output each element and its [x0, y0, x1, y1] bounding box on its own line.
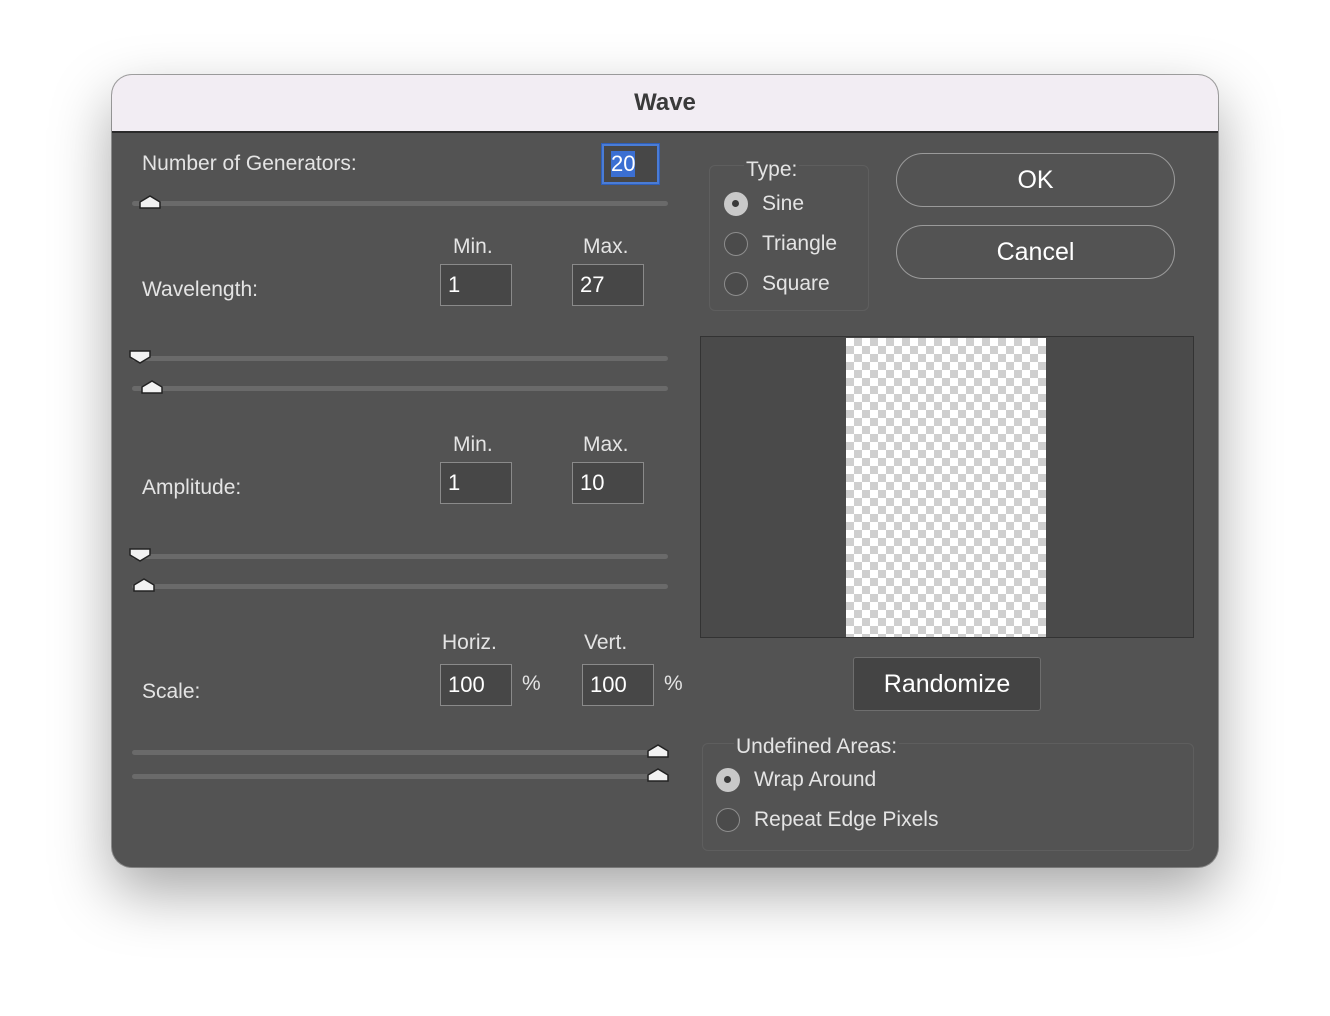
wrap-around-radio[interactable] [716, 768, 740, 792]
wave-dialog: Wave Number of Generators: Min. Max. Wav… [112, 75, 1218, 867]
generators-slider-thumb[interactable] [139, 195, 161, 209]
generators-slider-track[interactable] [132, 201, 668, 206]
type-sine-label[interactable]: Sine [762, 192, 804, 216]
amplitude-min-input[interactable] [440, 462, 512, 504]
scale-horiz-slider-thumb[interactable] [647, 744, 669, 758]
type-sine-radio[interactable] [724, 192, 748, 216]
ok-button[interactable]: OK [896, 153, 1175, 207]
wavelength-max-input[interactable] [572, 264, 644, 306]
amplitude-label: Amplitude: [142, 476, 242, 499]
scale-horiz-input[interactable] [440, 664, 512, 706]
scale-vert-header: Vert. [584, 631, 628, 654]
randomize-button[interactable]: Randomize [853, 657, 1041, 711]
type-triangle-label[interactable]: Triangle [762, 232, 837, 256]
type-triangle-radio[interactable] [724, 232, 748, 256]
title-bar[interactable]: Wave [112, 75, 1218, 133]
undefined-areas-group [702, 743, 1194, 851]
scale-horiz-unit: % [522, 672, 541, 695]
scale-vert-slider-track[interactable] [132, 774, 668, 779]
scale-horiz-header: Horiz. [442, 631, 497, 654]
generators-input[interactable] [602, 144, 659, 184]
wavelength-max-slider-track[interactable] [132, 386, 668, 391]
wavelength-max-slider-thumb[interactable] [141, 380, 163, 394]
wavelength-min-input[interactable] [440, 264, 512, 306]
amplitude-max-input[interactable] [572, 462, 644, 504]
amplitude-min-slider-thumb[interactable] [129, 548, 151, 562]
generators-label: Number of Generators: [142, 152, 357, 175]
scale-vert-input[interactable] [582, 664, 654, 706]
amplitude-min-slider-track[interactable] [132, 554, 668, 559]
preview-panel[interactable] [700, 336, 1194, 638]
scale-vert-slider-thumb[interactable] [647, 768, 669, 782]
undefined-areas-label: Undefined Areas: [734, 735, 900, 759]
cancel-button[interactable]: Cancel [896, 225, 1175, 279]
scale-horiz-slider-track[interactable] [132, 750, 668, 755]
repeat-edge-pixels-radio[interactable] [716, 808, 740, 832]
repeat-edge-pixels-label[interactable]: Repeat Edge Pixels [754, 808, 938, 832]
scale-vert-unit: % [664, 672, 683, 695]
type-label: Type: [744, 158, 800, 182]
amplitude-min-header: Min. [453, 433, 493, 456]
wavelength-min-slider-track[interactable] [132, 356, 668, 361]
type-square-radio[interactable] [724, 272, 748, 296]
amplitude-max-header: Max. [583, 433, 629, 456]
wavelength-label: Wavelength: [142, 278, 258, 301]
wrap-around-label[interactable]: Wrap Around [754, 768, 876, 792]
wavelength-min-slider-thumb[interactable] [129, 350, 151, 364]
type-square-label[interactable]: Square [762, 272, 830, 296]
wavelength-max-header: Max. [583, 235, 629, 258]
wavelength-min-header: Min. [453, 235, 493, 258]
dialog-title: Wave [634, 89, 696, 116]
preview-transparency-canvas [846, 338, 1046, 637]
scale-label: Scale: [142, 680, 201, 703]
amplitude-max-slider-thumb[interactable] [133, 578, 155, 592]
amplitude-max-slider-track[interactable] [132, 584, 668, 589]
